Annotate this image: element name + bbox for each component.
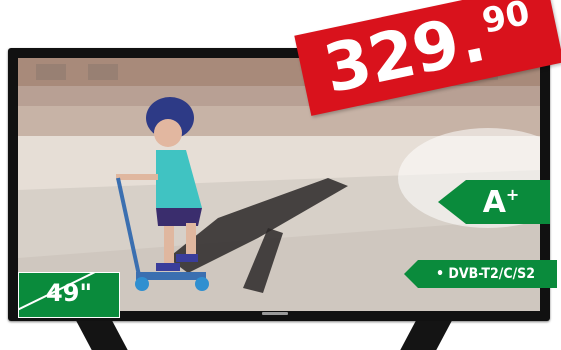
energy-class-plus: + (505, 184, 520, 204)
price-decimals: 90 (478, 0, 534, 42)
product-card: 329 . 90 A + • DVB-T2/C/S2 49" (0, 0, 561, 350)
screen-size-badge: 49" (18, 272, 120, 318)
tv-stand-left (76, 321, 128, 350)
screen-size-label: 49" (46, 279, 92, 307)
tv-stand-right (400, 321, 452, 350)
tuner-badge: • DVB-T2/C/S2 (404, 260, 557, 288)
energy-class-letter: A (482, 184, 506, 220)
brand-logo (262, 312, 288, 315)
